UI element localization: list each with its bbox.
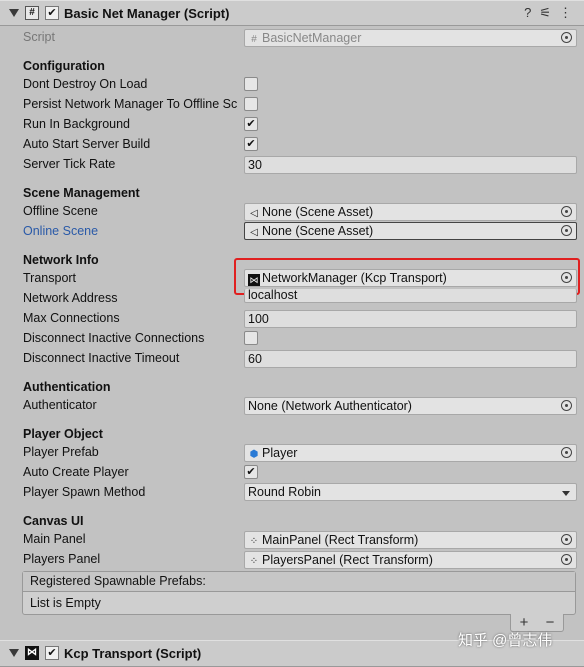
watermark: 知乎 @曾志伟 [458,632,553,649]
authentication-heading: Authentication [23,380,111,394]
disconnect-timeout-label: Disconnect Inactive Timeout [23,351,180,365]
foldout-arrow-icon[interactable] [9,9,19,17]
online-scene-label: Online Scene [23,224,99,238]
authenticator-value: None (Network Authenticator) [248,399,412,413]
players-panel-label: Players Panel [23,552,101,566]
object-picker-icon[interactable] [561,225,572,236]
object-picker-icon [561,32,572,43]
script-label: Script [23,30,55,44]
run-in-background-checkbox[interactable]: ✔ [244,117,258,131]
player-object-heading: Player Object [23,427,103,441]
scene-asset-icon: ◁ [250,227,258,238]
script-field: # BasicNetManager [244,29,577,47]
network-info-heading: Network Info [23,253,99,267]
tick-rate-label: Server Tick Rate [23,157,116,171]
foldout-arrow-icon[interactable] [9,649,19,657]
authenticator-field[interactable]: None (Network Authenticator) [244,397,577,415]
scene-management-heading: Scene Management [23,186,140,200]
scene-asset-icon: ◁ [250,208,258,219]
main-panel-value: MainPanel (Rect Transform) [262,533,419,547]
prefab-cube-icon: ⬢ [249,449,259,460]
main-panel-label: Main Panel [23,532,86,546]
players-panel-field[interactable]: ⁘ PlayersPanel (Rect Transform) [244,551,577,569]
dont-destroy-checkbox[interactable] [244,77,258,91]
players-panel-value: PlayersPanel (Rect Transform) [262,553,433,567]
tick-rate-input[interactable]: 30 [244,156,577,174]
object-picker-icon[interactable] [561,400,572,411]
spawnable-prefabs-list: Registered Spawnable Prefabs: List is Em… [22,571,576,615]
disconnect-inactive-checkbox[interactable] [244,331,258,345]
player-prefab-value: Player [262,446,298,460]
rect-transform-icon: ⁘ [249,556,259,567]
spawnable-prefabs-header: Registered Spawnable Prefabs: [23,572,575,592]
max-connections-label: Max Connections [23,311,120,325]
network-address-label: Network Address [23,291,118,305]
preset-settings-icon[interactable]: ⚟ [539,5,551,21]
script-file-icon: # [251,34,257,45]
persist-checkbox[interactable] [244,97,258,111]
object-picker-icon[interactable] [561,447,572,458]
component-header[interactable]: # ✔ Basic Net Manager (Script) ? ⚟ ⋮ [0,0,584,26]
offline-scene-value: None (Scene Asset) [262,205,374,219]
rect-transform-icon: ⁘ [249,536,259,547]
spawn-method-value: Round Robin [248,485,321,499]
disconnect-timeout-input[interactable]: 60 [244,350,577,368]
script-icon: # [25,6,39,20]
transport-label: Transport [23,271,77,285]
spawn-method-dropdown[interactable]: Round Robin [244,483,577,501]
disconnect-inactive-label: Disconnect Inactive Connections [23,331,205,345]
player-prefab-field[interactable]: ⬢ Player [244,444,577,462]
kcp-enabled-checkbox[interactable]: ✔ [45,646,59,660]
list-empty-text: List is Empty [30,596,101,610]
script-value: BasicNetManager [262,31,362,45]
persist-label: Persist Network Manager To Offline Sc [23,97,238,111]
auto-create-player-label: Auto Create Player [23,465,129,479]
main-panel-field[interactable]: ⁘ MainPanel (Rect Transform) [244,531,577,549]
run-in-background-label: Run In Background [23,117,131,131]
configuration-heading: Configuration [23,59,105,73]
kcp-component-title: Kcp Transport (Script) [64,646,202,661]
object-picker-icon[interactable] [561,206,572,217]
offline-scene-field[interactable]: ◁ None (Scene Asset) [244,203,577,221]
kcp-transport-icon: ⋈ [25,646,39,660]
online-scene-field[interactable]: ◁ None (Scene Asset) [244,222,577,240]
canvas-ui-heading: Canvas UI [23,514,84,528]
component-enabled-checkbox[interactable]: ✔ [45,6,59,20]
object-picker-icon[interactable] [561,534,572,545]
auto-start-checkbox[interactable]: ✔ [244,137,258,151]
max-connections-input[interactable]: 100 [244,310,577,328]
spawn-method-label: Player Spawn Method [23,485,146,499]
player-prefab-label: Player Prefab [23,445,99,459]
auto-create-player-checkbox[interactable]: ✔ [244,465,258,479]
online-scene-value: None (Scene Asset) [262,224,374,238]
authenticator-label: Authenticator [23,398,97,412]
offline-scene-label: Offline Scene [23,204,98,218]
auto-start-label: Auto Start Server Build [23,137,151,151]
component-title: Basic Net Manager (Script) [64,6,230,21]
help-icon[interactable]: ? [524,5,531,21]
network-address-input[interactable]: localhost [244,289,577,303]
chevron-down-icon [562,491,570,496]
dont-destroy-label: Dont Destroy On Load [23,77,148,91]
object-picker-icon[interactable] [561,554,572,565]
context-menu-icon[interactable]: ⋮ [559,5,572,21]
